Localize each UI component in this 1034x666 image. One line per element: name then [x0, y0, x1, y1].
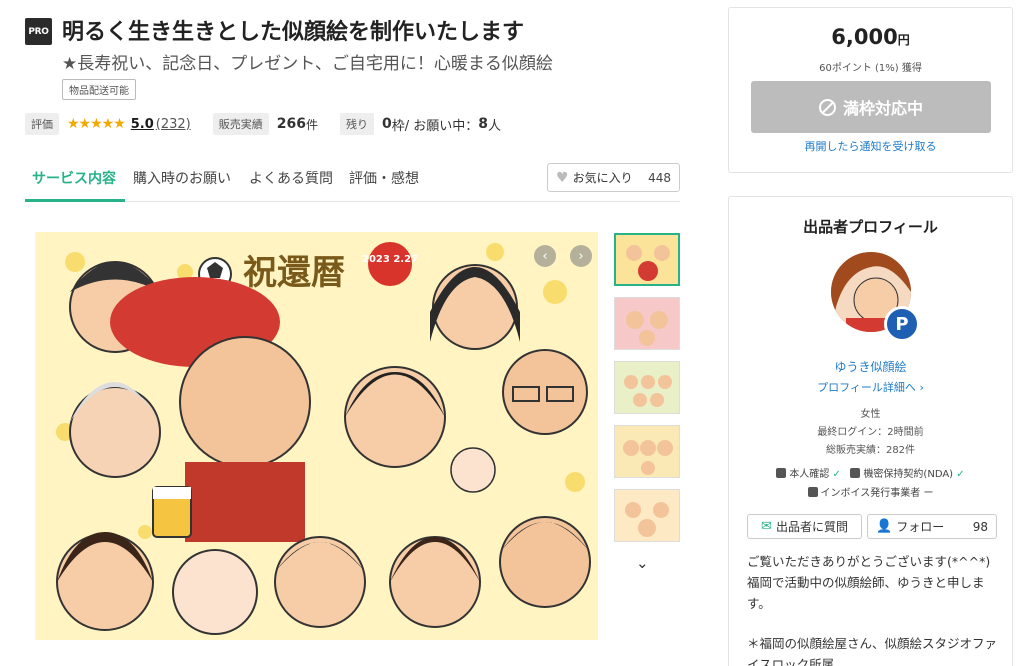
favorite-button[interactable]: ♥ お気に入り 448 [547, 163, 680, 192]
thumbnail-1[interactable] [614, 233, 680, 286]
thumbnail-3[interactable] [614, 361, 680, 414]
stats-bar: 評価 ★★★★★ 5.0 (232) 販売実績 266 件 残り 0 枠 / お… [25, 113, 501, 135]
gallery-prev-button[interactable]: ‹ [534, 245, 556, 267]
rating-label: 評価 [25, 113, 59, 135]
check-icon: ✓ [956, 469, 965, 480]
tab-service-content[interactable]: サービス内容 [25, 168, 125, 202]
last-login: 最終ログイン：2時間前 [817, 427, 924, 438]
heart-icon: ♥ [556, 169, 569, 186]
chevron-down-icon[interactable]: ⌄ [636, 554, 649, 572]
price-card: 6,000円 60ポイント (1%) 獲得 満枠対応中 再開したら通知を受け取る [728, 7, 1013, 173]
price: 6,000円 [831, 25, 910, 49]
identity-verified: 本人確認 [789, 469, 830, 480]
requests-text: / お願い中： [404, 118, 479, 134]
pro-badge: PRO [25, 18, 52, 45]
lock-icon [850, 468, 861, 478]
invoice-label: インボイス発行事業者 [820, 488, 921, 499]
remaining-value: 0 [382, 116, 392, 132]
rating-count-link[interactable]: (232) [156, 117, 191, 132]
ban-icon [818, 98, 836, 116]
pro-p-badge-icon: P [884, 306, 920, 342]
nda-label: 機密保持契約(NDA) [863, 469, 954, 480]
tab-reviews[interactable]: 評価・感想 [349, 168, 419, 202]
invoice-row: インボイス発行事業者 ー [729, 484, 1012, 499]
caricature-illustration: 祝還暦 2023 2.27 [35, 232, 598, 640]
notify-link[interactable]: 再開したら通知を受け取る [729, 138, 1012, 154]
page-title: 明るく生き生きとした似顔絵を制作いたします [62, 20, 525, 45]
mail-icon: ✉ [761, 519, 772, 534]
requests-value: 8 [478, 116, 489, 132]
tab-faq[interactable]: よくある質問 [249, 168, 333, 202]
full-capacity-button[interactable]: 満枠対応中 [751, 81, 991, 133]
bio-line: ご覧いただきありがとうございます(*^^*) [747, 554, 991, 569]
thumbnail-5[interactable] [614, 489, 680, 542]
favorite-label: お気に入り [572, 171, 633, 185]
points-earned: 60ポイント (1%) 獲得 [819, 63, 922, 74]
add-user-icon: 👤 [876, 519, 893, 534]
follow-button[interactable]: 👤 フォロー 98 [867, 514, 997, 539]
profile-title: 出品者プロフィール [803, 218, 938, 236]
rating-value[interactable]: 5.0 [131, 117, 154, 132]
image-date: 2023 2.27 [362, 254, 418, 265]
seller-profile-card: 出品者プロフィール P ゆうき似顔絵 プロフィール詳細へ › 女性 最終ログイン… [728, 196, 1013, 666]
page-subtitle: ★長寿祝い、記念日、プレゼント、ご自宅用に！心暖まる似顔絵 [62, 54, 553, 74]
check-icon: ✓ [832, 469, 841, 480]
bio-line: 福岡で活動中の似顔絵師、ゆうきと申します。 [747, 575, 985, 611]
seller-bio: ご覧いただきありがとうございます(*^^*) 福岡で活動中の似顔絵師、ゆうきと申… [747, 551, 1007, 666]
follow-count: 98 [972, 519, 988, 534]
tab-purchase-requests[interactable]: 購入時のお願い [133, 168, 231, 202]
sales-label: 販売実績 [212, 113, 269, 135]
sales-unit: 件 [306, 117, 319, 132]
profile-detail-link[interactable]: プロフィール詳細へ › [729, 379, 1012, 395]
remaining-unit: 枠 [391, 118, 405, 134]
id-card-icon [776, 468, 787, 478]
profile-actions: ✉ 出品者に質問 👤 フォロー 98 [747, 514, 997, 539]
remaining-label: 残り [340, 113, 375, 135]
star-rating-icon: ★★★★★ [67, 116, 126, 132]
gallery-next-button[interactable]: › [570, 245, 592, 267]
favorite-count: 448 [648, 170, 671, 185]
full-capacity-label: 満枠対応中 [842, 99, 923, 118]
main-gallery-image[interactable]: 祝還暦 2023 2.27 [35, 232, 598, 640]
thumbnail-4[interactable] [614, 425, 680, 478]
seller-name[interactable]: ゆうき似顔絵 [729, 358, 1012, 375]
image-title: 祝還暦 [243, 253, 345, 293]
invoice-status: ー [923, 488, 934, 499]
requests-unit: 人 [488, 118, 502, 134]
verification-row: 本人確認 ✓ 機密保持契約(NDA) ✓ [729, 465, 1012, 480]
document-icon [807, 487, 818, 497]
thumbnail-2[interactable] [614, 297, 680, 350]
sales-value: 266 [276, 116, 306, 132]
total-sales: 総販売実績：282件 [825, 445, 916, 456]
chevron-right-icon: › [919, 381, 924, 394]
bio-line: ＊福岡の似顔絵屋さん、似顔絵スタジオファイスロック所属 [747, 636, 998, 666]
thumbnail-list [614, 233, 680, 553]
shipping-tag: 物品配送可能 [62, 79, 136, 100]
seller-gender: 女性 [860, 409, 881, 420]
ask-seller-button[interactable]: ✉ 出品者に質問 [747, 514, 862, 539]
